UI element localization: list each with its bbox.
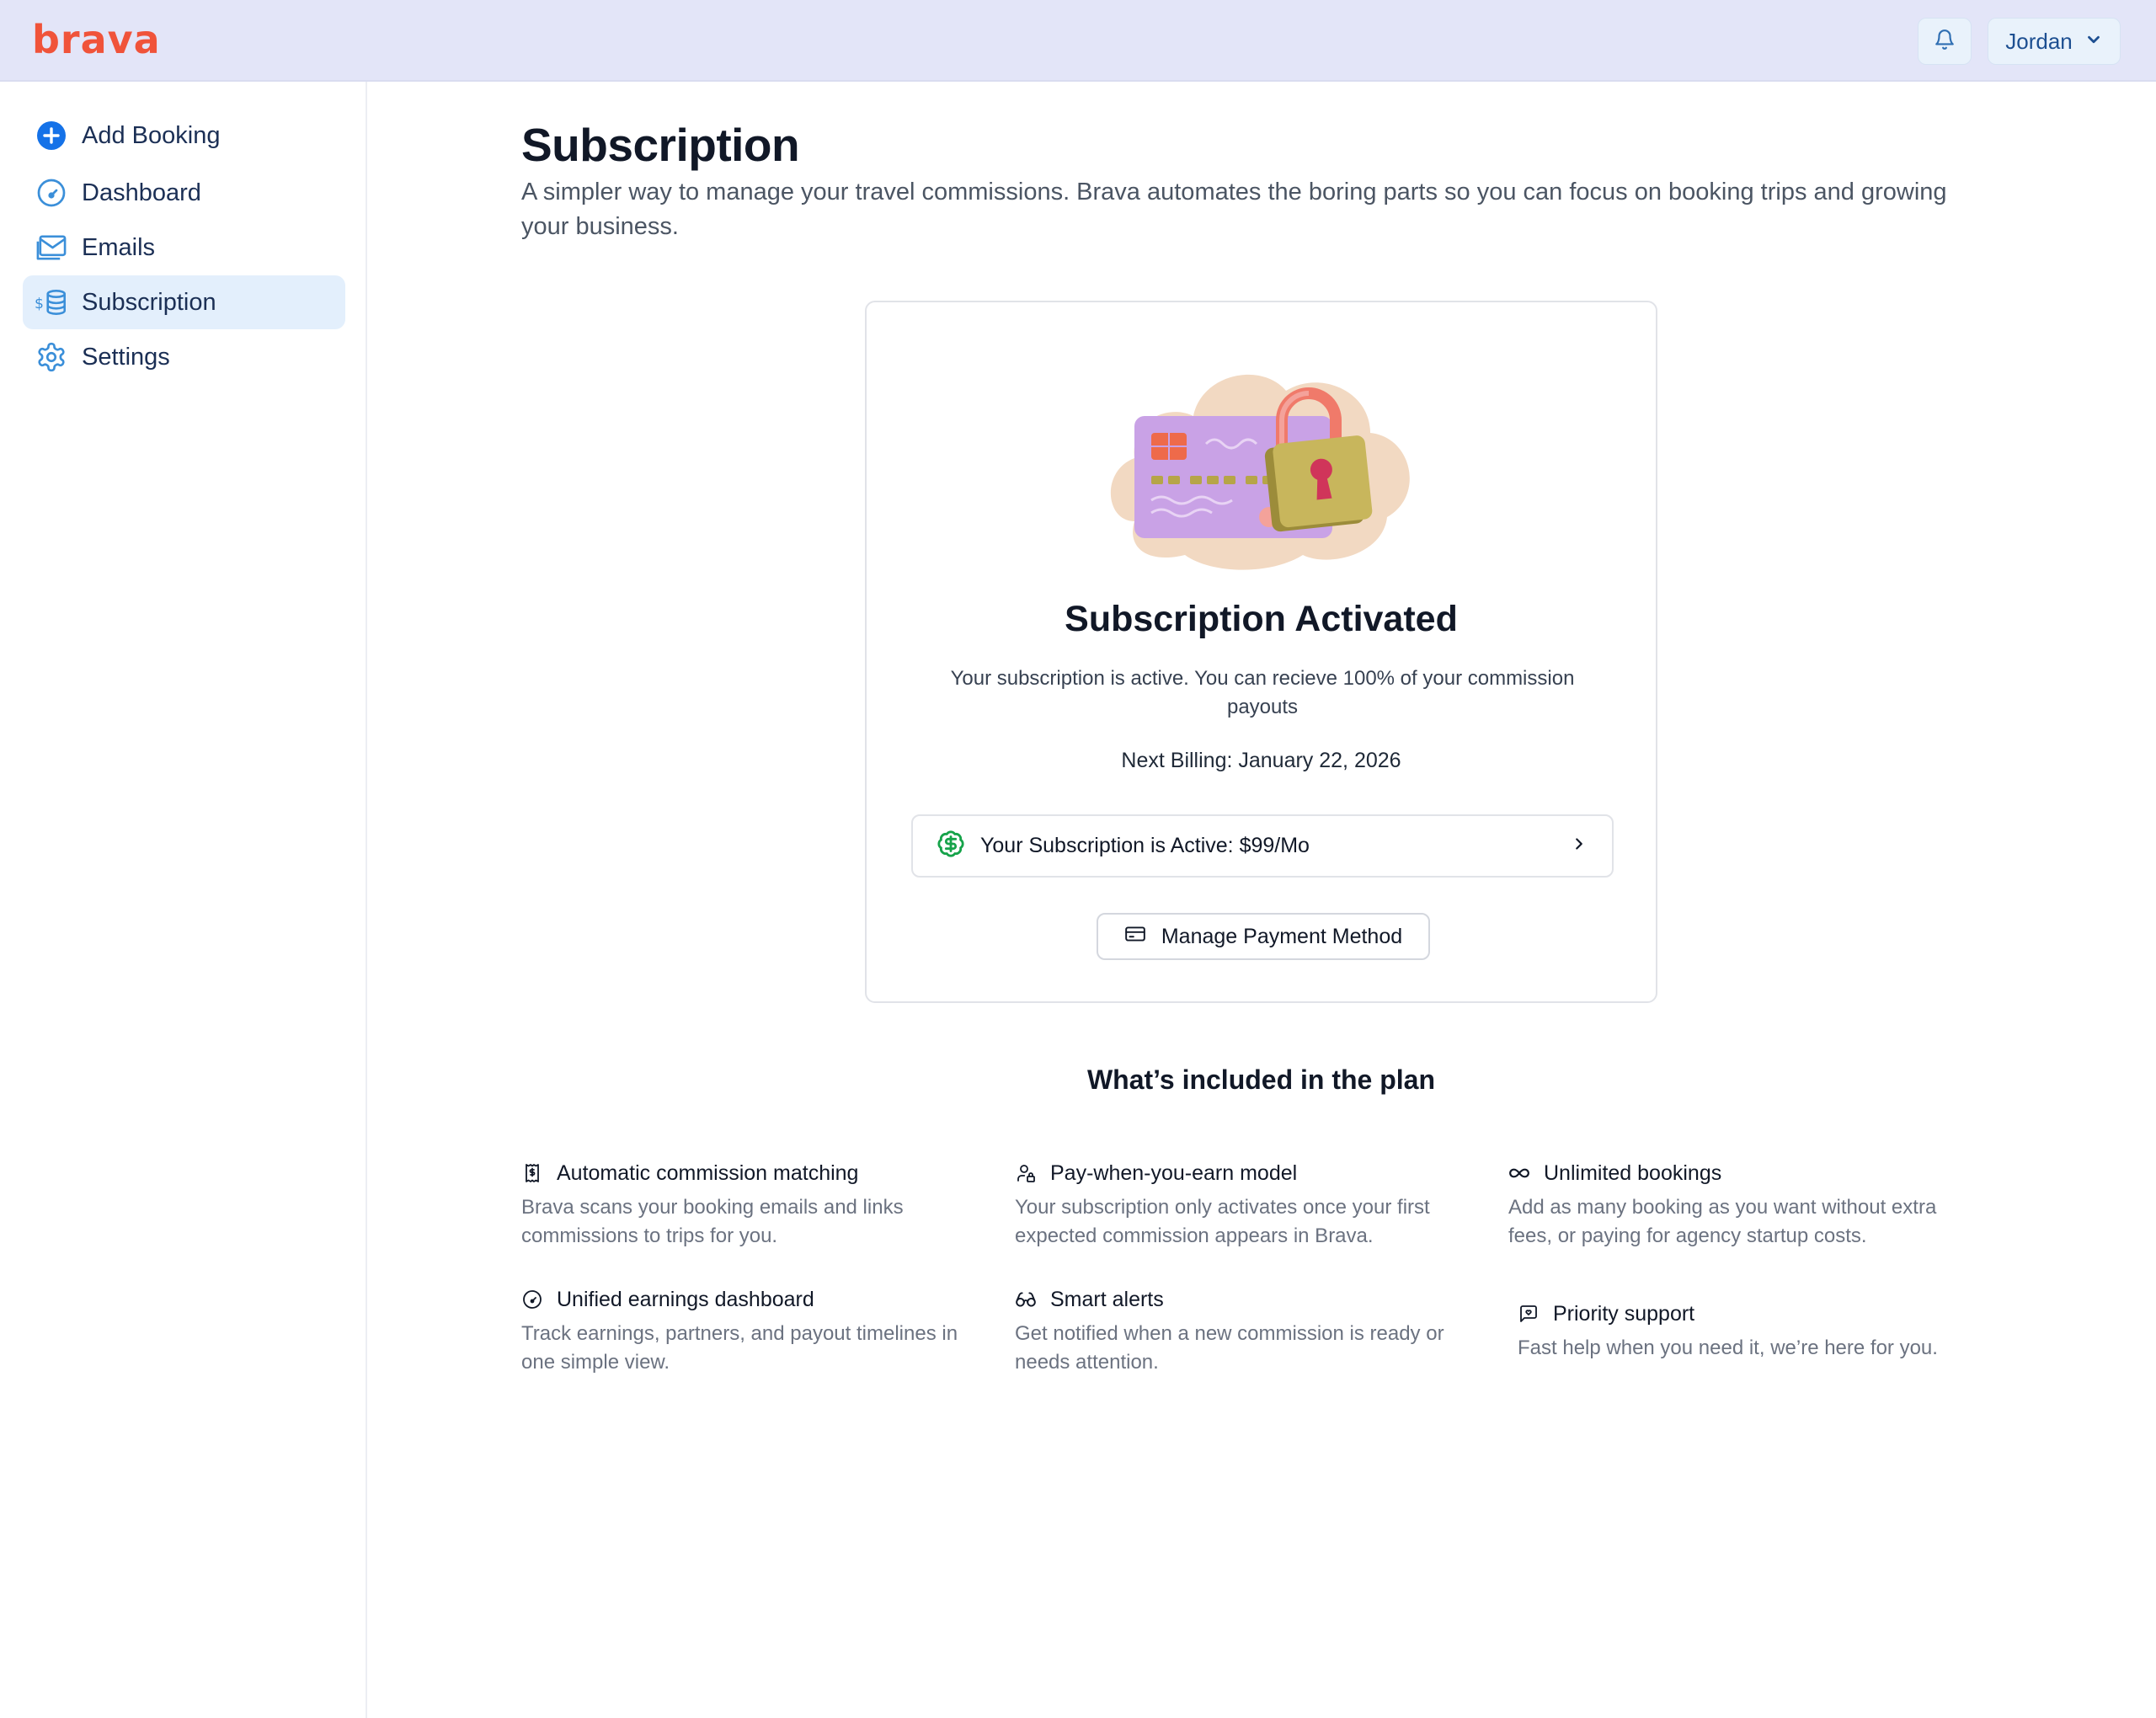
subscription-card: Subscription Activated Your subscription… [865,301,1657,1003]
user-menu-button[interactable]: Jordan [1988,18,2121,65]
feature-title: Unified earnings dashboard [557,1287,814,1311]
credit-card-icon [1124,923,1146,951]
dollar-badge-icon [937,830,965,862]
feature-item: Pay-when-you-earn model Your subscriptio… [1015,1158,1486,1251]
coins-icon: $ [35,285,68,319]
gauge-icon [521,1288,543,1310]
page-title: Subscription [521,119,800,171]
sidebar-item-subscription[interactable]: $ Subscription [23,275,345,329]
feature-description: Fast help when you need it, we’re here f… [1518,1337,1938,1359]
included-section-title: What’s included in the plan [1086,1064,1436,1095]
sidebar: Add Booking Dashboard Emails $ Subscript… [0,82,367,1718]
sidebar-item-settings[interactable]: Settings [23,330,345,384]
top-bar: brava Jordan [0,0,2156,82]
feature-description: Brava scans your booking emails and link… [521,1196,904,1247]
glasses-icon [1015,1288,1037,1310]
gauge-icon [35,176,68,210]
chevron-down-icon [2084,30,2103,53]
feature-title: Smart alerts [1050,1287,1164,1311]
feature-item: Unified earnings dashboard Track earning… [521,1284,993,1377]
feature-item: Smart alerts Get notified when a new com… [1015,1284,1486,1377]
subscription-status-label: Your Subscription is Active: $99/Mo [980,834,1310,857]
feature-description: Add as many booking as you want without … [1508,1196,1937,1247]
message-heart-icon [1518,1303,1540,1325]
credit-card-lock-illustration [1101,353,1438,580]
sidebar-item-emails[interactable]: Emails [23,221,345,275]
mail-icon [35,231,68,264]
sidebar-item-add-booking[interactable]: Add Booking [23,109,345,163]
feature-item: Priority support Fast help when you need… [1518,1299,1989,1363]
card-title: Subscription Activated [1065,599,1458,639]
chevron-right-icon [1570,835,1588,857]
sidebar-item-label: Add Booking [82,121,221,149]
feature-description: Your subscription only activates once yo… [1015,1196,1430,1247]
gear-icon [35,340,68,374]
feature-item: Automatic commission matching Brava scan… [521,1158,993,1251]
brava-logo[interactable]: brava [32,17,161,62]
feature-title: Pay-when-you-earn model [1050,1160,1298,1185]
sidebar-item-label: Settings [82,343,170,371]
feature-item: Unlimited bookings Add as many booking a… [1508,1158,1980,1251]
infinity-icon [1508,1162,1530,1184]
feature-title: Unlimited bookings [1544,1160,1722,1185]
plus-circle-icon [35,119,68,152]
page-description: A simpler way to manage your travel comm… [521,179,1947,240]
feature-description: Get notified when a new commission is re… [1015,1322,1444,1374]
subscription-status-row[interactable]: Your Subscription is Active: $99/Mo [911,814,1614,878]
receipt-icon [521,1162,543,1184]
card-description: Your subscription is active. You can rec… [950,667,1575,718]
notifications-button[interactable] [1918,18,1972,65]
manage-payment-method-button[interactable]: Manage Payment Method [1097,913,1430,960]
sidebar-item-label: Subscription [82,288,216,316]
user-lock-icon [1015,1162,1037,1184]
sidebar-item-dashboard[interactable]: Dashboard [23,166,345,220]
user-name: Jordan [2005,28,2073,54]
feature-title: Automatic commission matching [557,1160,859,1185]
bell-icon [1934,29,1956,55]
feature-description: Track earnings, partners, and payout tim… [521,1322,958,1374]
sidebar-item-label: Emails [82,233,156,261]
sidebar-item-label: Dashboard [82,179,201,206]
feature-title: Priority support [1553,1301,1695,1326]
manage-payment-method-label: Manage Payment Method [1161,924,1403,948]
svg-text:$: $ [35,296,44,312]
next-billing-text: Next Billing: January 22, 2026 [1121,749,1401,772]
